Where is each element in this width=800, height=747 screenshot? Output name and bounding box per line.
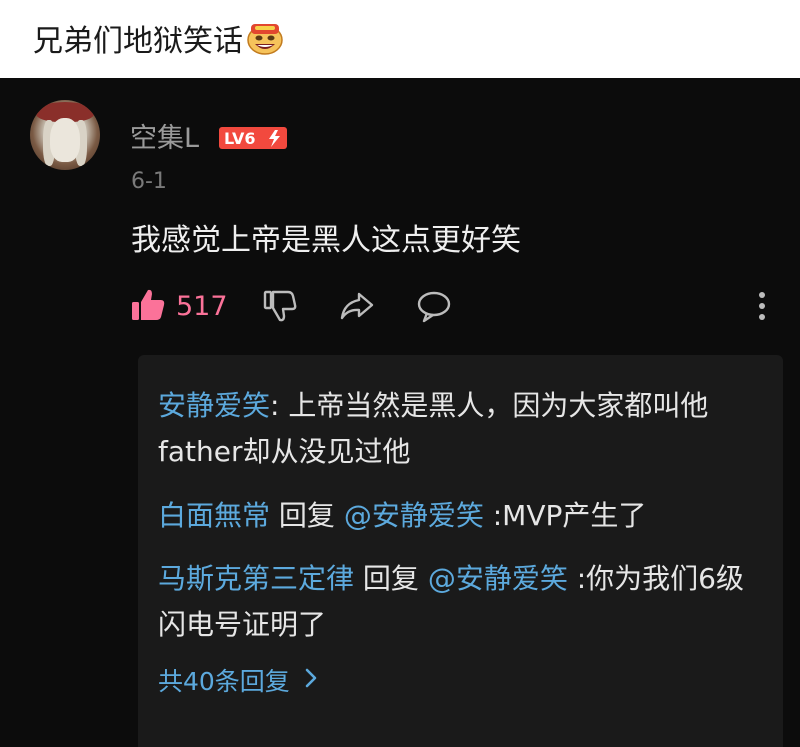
more-vertical-icon [752,288,772,328]
level-badge: LV6 [219,127,287,149]
level-badge-text: LV6 [224,129,256,148]
avatar[interactable] [30,100,100,170]
post-title-text: 兄弟们地狱笑话 [33,24,243,59]
avatar-face [50,118,80,162]
reply-author[interactable]: 马斯克第三定律 [158,562,354,595]
share-button[interactable] [338,288,376,328]
reply-separator: : [270,389,289,422]
reply-mention[interactable]: @安静爱笑 [428,562,568,595]
more-options-button[interactable] [752,288,772,328]
post-title: 兄弟们地狱笑话 [33,18,285,67]
share-icon [338,288,376,328]
reply-author[interactable]: 安静爱笑 [158,389,270,422]
reply-panel: 安静爱笑: 上帝当然是黑人，因为大家都叫他father却从没见过他 白面無常 回… [138,355,783,747]
reply-word: 回复 [270,499,344,532]
reply-mention[interactable]: @安静爱笑 [344,499,484,532]
comment-icon [415,288,453,328]
reply-word: 回复 [354,562,428,595]
comment-button[interactable] [415,288,453,328]
thumbs-down-icon [262,288,298,328]
view-all-replies-link[interactable]: 共40条回复 [158,665,318,699]
chevron-right-icon [304,665,318,699]
reply-item: 安静爱笑: 上帝当然是黑人，因为大家都叫他father却从没见过他 [158,383,768,475]
dislike-button[interactable] [262,288,298,328]
reply-author[interactable]: 白面無常 [158,499,270,532]
laughing-emoji-icon [245,18,285,67]
reply-item: 马斯克第三定律 回复 @安静爱笑 :你为我们6级闪电号证明了 [158,556,768,648]
post-header: 兄弟们地狱笑话 [0,0,800,78]
more-replies-label: 共40条回复 [158,667,290,696]
username[interactable]: 空集L [130,122,199,156]
reply-text: :MVP产生了 [483,499,647,532]
like-button[interactable]: 517 [130,287,228,327]
comment-text: 我感觉上帝是黑人这点更好笑 [131,223,521,258]
comment-date: 6-1 [131,169,167,194]
reply-item: 白面無常 回复 @安静爱笑 :MVP产生了 [158,493,768,539]
like-count: 517 [176,291,228,322]
thumbs-up-icon [130,287,166,327]
